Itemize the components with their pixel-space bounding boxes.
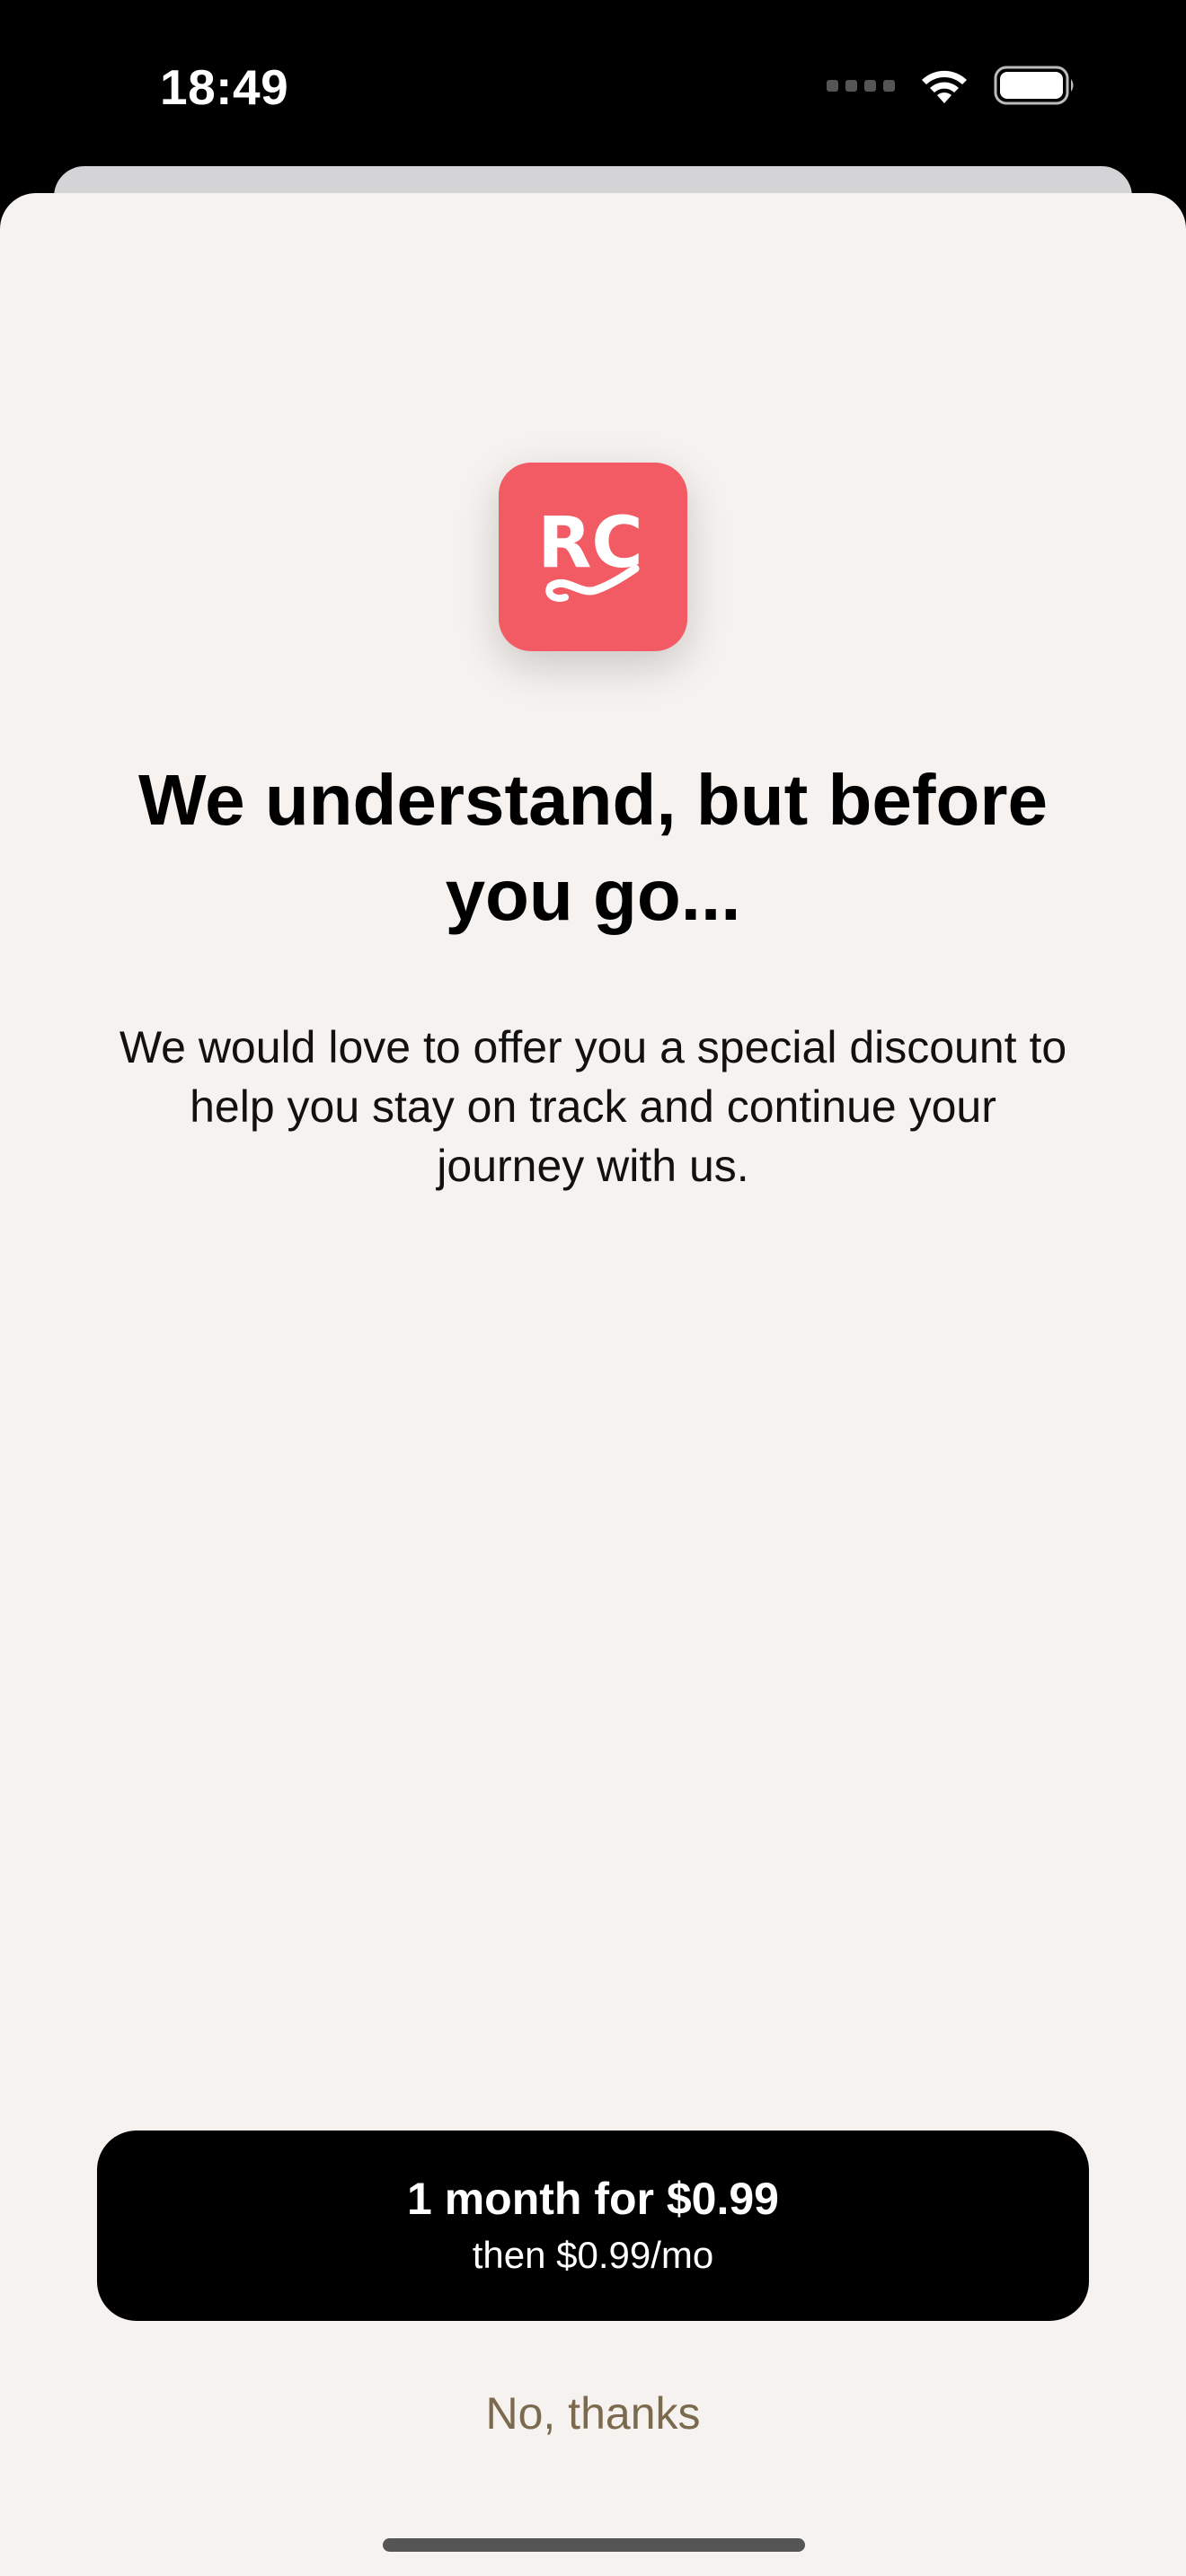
offer-button-secondary-label: then $0.99/mo	[472, 2234, 714, 2276]
status-bar-time: 18:49	[160, 59, 289, 115]
paywall-subtitle: We would love to offer you a special dis…	[119, 1022, 1067, 1191]
home-indicator	[383, 2538, 805, 2552]
cellular-signal-icon	[827, 79, 895, 92]
no-thanks-button[interactable]: No, thanks	[323, 2380, 863, 2447]
wifi-icon	[922, 70, 967, 103]
offer-button-primary-label: 1 month for $0.99	[407, 2174, 779, 2224]
screen: 18:49 RC We understand, but before you g…	[0, 0, 1186, 2576]
battery-icon	[994, 66, 1074, 105]
app-logo: RC	[499, 463, 687, 651]
paywall-title: We understand, but before you go...	[138, 760, 1048, 935]
offer-button[interactable]: 1 month for $0.99 then $0.99/mo	[97, 2130, 1089, 2321]
status-bar-icons	[827, 63, 1076, 108]
revenuecat-logo-icon: RC	[537, 503, 643, 602]
